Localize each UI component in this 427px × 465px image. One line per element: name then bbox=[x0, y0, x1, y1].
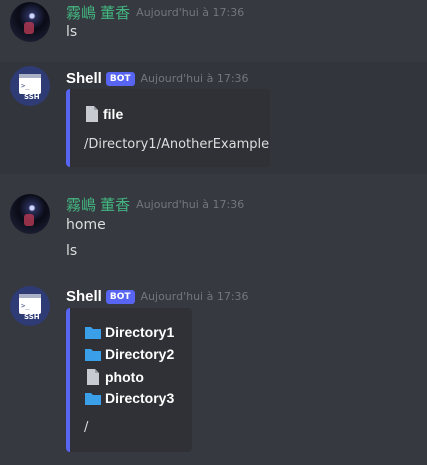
message-text: home bbox=[66, 217, 106, 233]
timestamp: Aujourd'hui à 17:36 bbox=[136, 198, 245, 211]
message-header: Shell BOT Aujourd'hui à 17:36 bbox=[66, 286, 249, 305]
bot-tag: BOT bbox=[105, 71, 135, 86]
bot-tag: BOT bbox=[105, 289, 135, 304]
svg-text:>_: >_ bbox=[21, 82, 30, 90]
user-avatar[interactable] bbox=[10, 194, 50, 234]
svg-text:>_: >_ bbox=[21, 302, 30, 310]
embed: file /Directory1/AnotherExample bbox=[66, 89, 270, 167]
message-header: 霧嶋 董香 Aujourd'hui à 17:36 bbox=[66, 2, 244, 23]
username[interactable]: Shell bbox=[66, 70, 102, 87]
message-user: 霧嶋 董香 Aujourd'hui à 17:36 home ls bbox=[0, 190, 427, 264]
embed-path: / bbox=[84, 420, 89, 435]
embed-item: photo bbox=[84, 368, 144, 386]
timestamp: Aujourd'hui à 17:36 bbox=[140, 290, 249, 303]
embed-path: /Directory1/AnotherExample bbox=[84, 137, 270, 152]
embed-item: Directory3 bbox=[84, 390, 174, 406]
folder-icon bbox=[85, 393, 101, 405]
timestamp: Aujourd'hui à 17:36 bbox=[136, 6, 245, 19]
user-avatar[interactable] bbox=[10, 2, 50, 42]
bot-avatar[interactable]: >_ SSH bbox=[10, 286, 50, 326]
bot-avatar[interactable]: >_ SSH bbox=[10, 66, 50, 106]
timestamp: Aujourd'hui à 17:36 bbox=[140, 72, 249, 85]
message-text: ls bbox=[66, 243, 78, 259]
folder-icon bbox=[85, 327, 101, 339]
embed-item: Directory1 bbox=[84, 324, 174, 340]
embed-item-name: photo bbox=[105, 369, 144, 385]
embed-item: file bbox=[84, 105, 123, 123]
embed-item: Directory2 bbox=[84, 346, 174, 362]
message-header: 霧嶋 董香 Aujourd'hui à 17:36 bbox=[66, 194, 244, 215]
folder-icon bbox=[85, 349, 101, 361]
username[interactable]: Shell bbox=[66, 288, 102, 305]
ssh-terminal-icon: >_ SSH bbox=[19, 294, 41, 321]
message-header: Shell BOT Aujourd'hui à 17:36 bbox=[66, 68, 249, 87]
svg-text:SSH: SSH bbox=[24, 93, 40, 101]
message-text: ls bbox=[66, 24, 78, 40]
embed-item-name: Directory3 bbox=[105, 390, 175, 406]
message-user: 霧嶋 董香 Aujourd'hui à 17:36 ls bbox=[0, 0, 427, 50]
username[interactable]: 霧嶋 董香 bbox=[66, 5, 130, 22]
message-bot: >_ SSH Shell BOT Aujourd'hui à 17:36 Direc… bbox=[0, 282, 427, 462]
file-icon bbox=[87, 369, 99, 385]
embed-item-name: Directory2 bbox=[105, 346, 175, 362]
username[interactable]: 霧嶋 董香 bbox=[66, 197, 130, 214]
embed-item-name: file bbox=[103, 106, 124, 122]
ssh-terminal-icon: >_ SSH bbox=[19, 74, 41, 101]
embed-item-name: Directory1 bbox=[105, 324, 175, 340]
message-bot: >_ SSH Shell BOT Aujourd'hui à 17:36 file … bbox=[0, 62, 427, 174]
svg-text:SSH: SSH bbox=[24, 313, 40, 321]
file-icon bbox=[86, 106, 98, 122]
embed: Directory1 Directory2 photo Directory3 / bbox=[66, 308, 192, 452]
chat-messages: 霧嶋 董香 Aujourd'hui à 17:36 ls >_ SSH Shell… bbox=[0, 0, 427, 465]
